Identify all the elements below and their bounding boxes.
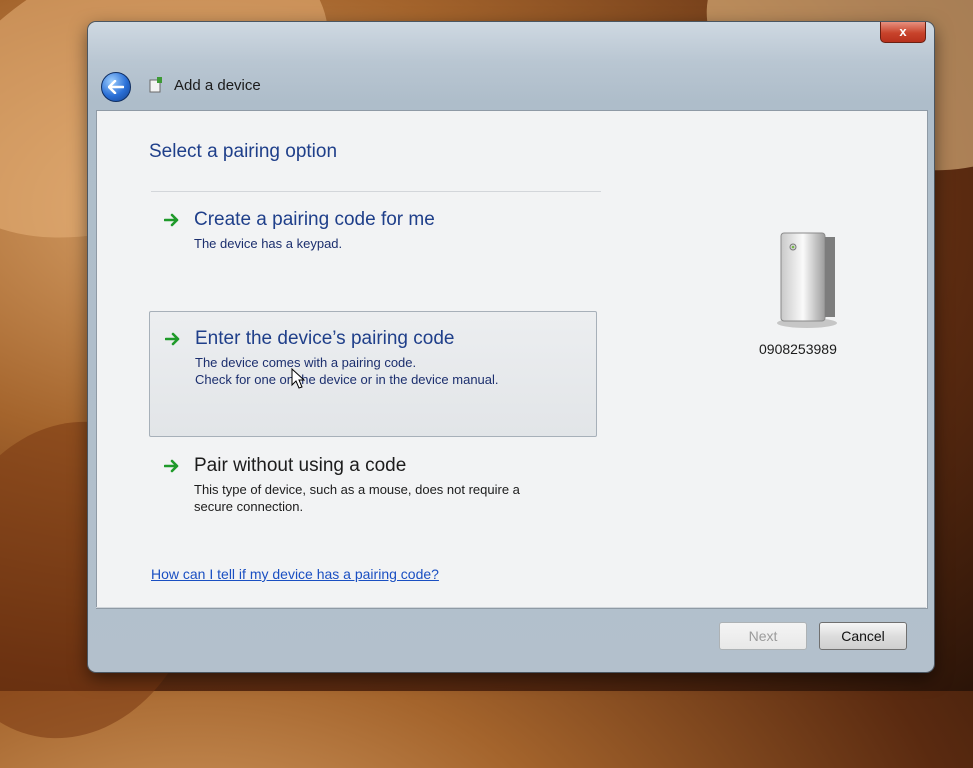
option-description: The device has a keypad.	[194, 235, 597, 252]
green-arrow-icon	[164, 459, 179, 473]
device-tower-icon	[777, 232, 837, 328]
option-pair-without-code[interactable]: Pair without using a code This type of d…	[149, 445, 597, 545]
option-description: This type of device, such as a mouse, do…	[194, 481, 597, 515]
close-button[interactable]: x	[880, 22, 926, 43]
option-create-pairing-code[interactable]: Create a pairing code for me The device …	[149, 199, 597, 309]
option-desc-line: Check for one on the device or in the de…	[195, 372, 499, 387]
footer-divider	[96, 607, 926, 608]
window-title: Add a device	[174, 77, 261, 94]
add-device-dialog: x Add a device Select a pairing option C…	[88, 22, 934, 672]
next-button[interactable]: Next	[719, 622, 807, 650]
device-name: 0908253989	[759, 341, 837, 357]
page-heading: Select a pairing option	[149, 141, 338, 162]
divider	[151, 191, 601, 192]
option-desc-line: The device has a keypad.	[194, 236, 343, 251]
cancel-button[interactable]: Cancel	[819, 622, 907, 650]
help-link[interactable]: How can I tell if my device has a pairin…	[151, 566, 439, 582]
mouse-cursor-icon	[291, 368, 305, 389]
option-title: Pair without using a code	[194, 455, 407, 476]
green-arrow-icon	[165, 332, 180, 346]
device-wizard-icon	[149, 77, 162, 93]
option-desc-line: The device comes with a pairing code.	[195, 355, 417, 370]
option-description: The device comes with a pairing code. Ch…	[195, 354, 596, 388]
option-title: Create a pairing code for me	[194, 209, 435, 230]
back-button[interactable]	[101, 72, 131, 102]
option-title: Enter the device’s pairing code	[195, 328, 455, 349]
option-enter-pairing-code[interactable]: Enter the device’s pairing code The devi…	[149, 311, 597, 437]
back-arrow-icon	[108, 80, 124, 94]
wizard-content: Select a pairing option Create a pairing…	[96, 110, 928, 609]
option-desc-line: This type of device, such as a mouse, do…	[194, 482, 520, 497]
option-desc-line: secure connection.	[194, 499, 304, 514]
green-arrow-icon	[164, 213, 179, 227]
